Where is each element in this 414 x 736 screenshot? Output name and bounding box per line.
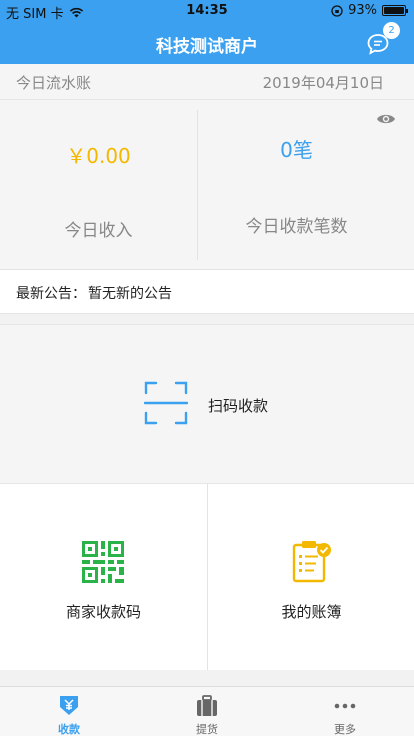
ledger-icon xyxy=(292,541,331,583)
eye-icon[interactable] xyxy=(376,112,396,126)
daily-ledger-bar: 今日流水账 2019年04月10日 xyxy=(0,64,414,100)
message-badge: 2 xyxy=(383,22,400,39)
merchant-qr-label: 商家收款码 xyxy=(65,603,141,621)
daily-ledger-label: 今日流水账 xyxy=(16,74,92,92)
page-title: 科技测试商户 xyxy=(156,37,258,57)
tab-collect[interactable]: 收款 xyxy=(0,687,138,736)
announcement-bar[interactable]: 最新公告： 暂无新的公告 xyxy=(0,270,414,314)
income-label: 今日收入 xyxy=(64,221,133,241)
quick-actions: 商家收款码 我的账簿 xyxy=(0,484,414,670)
battery-percent: 93% xyxy=(348,3,377,18)
payment-count-label: 今日收款笔数 xyxy=(245,217,348,237)
qr-code-icon xyxy=(82,541,124,583)
orientation-lock-icon xyxy=(331,4,343,17)
my-ledger-label: 我的账簿 xyxy=(281,603,342,621)
scan-label: 扫码收款 xyxy=(208,397,269,415)
daily-stats-panel: ￥0.00 今日收入 0笔 今日收款笔数 xyxy=(0,100,414,270)
scan-to-collect-button[interactable]: 扫码收款 xyxy=(0,324,414,484)
announcement-text: 暂无新的公告 xyxy=(88,286,172,302)
income-stat: ￥0.00 今日收入 xyxy=(0,100,197,270)
app-header: 无 SIM 卡 14:35 93% 科技测试商户 2 xyxy=(0,0,414,64)
tab-collect-label: 收款 xyxy=(58,723,80,736)
tab-more-label: 更多 xyxy=(334,723,356,736)
scan-icon xyxy=(144,381,188,425)
battery-icon xyxy=(382,5,408,16)
collect-icon xyxy=(60,696,78,715)
payment-count-value: 0笔 xyxy=(280,138,313,162)
status-bar: 无 SIM 卡 14:35 93% xyxy=(0,0,414,22)
tab-more[interactable]: 更多 xyxy=(276,687,414,736)
merchant-qr-tile[interactable]: 商家收款码 xyxy=(0,484,207,670)
payment-count-stat: 0笔 今日收款笔数 xyxy=(198,100,395,270)
messages-button[interactable]: 2 xyxy=(366,22,400,56)
income-value: ￥0.00 xyxy=(66,144,131,168)
announcement-label: 最新公告： xyxy=(16,286,86,302)
tab-pickup[interactable]: 提货 xyxy=(138,687,276,736)
more-icon xyxy=(334,703,356,709)
tab-pickup-label: 提货 xyxy=(196,723,218,736)
suitcase-icon xyxy=(197,695,217,716)
tab-bar: 收款 提货 更多 xyxy=(0,686,414,736)
my-ledger-tile[interactable]: 我的账簿 xyxy=(208,484,414,670)
ledger-date: 2019年04月10日 xyxy=(262,74,384,92)
